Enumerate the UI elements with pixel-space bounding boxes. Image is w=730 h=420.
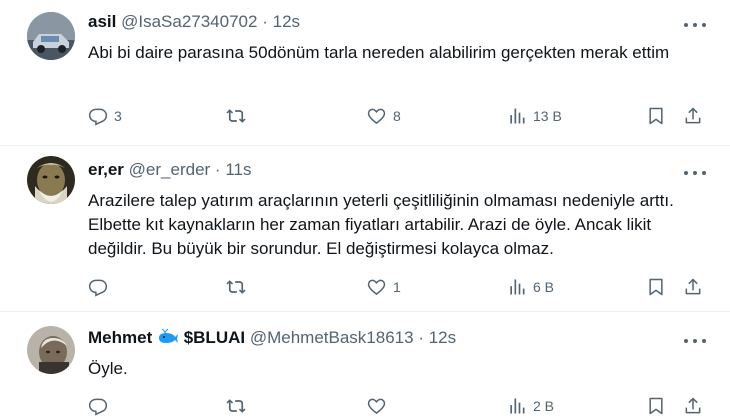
retweet-icon (226, 399, 246, 413)
user-handle[interactable]: @IsaSa27340702 (121, 12, 257, 31)
retweet-button[interactable] (225, 106, 253, 126)
tweet-header: asil @IsaSa27340702 · 12s (88, 12, 300, 32)
tweet-3[interactable]: Mehmet $BLUAI @MehmetBask18613 · 12s Öyl… (0, 312, 730, 420)
user-handle[interactable]: @MehmetBask18613 (250, 328, 414, 347)
separator-dot: · (418, 328, 424, 347)
views-icon (510, 279, 525, 295)
avatar[interactable] (27, 326, 75, 374)
share-button[interactable] (683, 396, 703, 416)
views-button[interactable]: 2 B (507, 396, 554, 416)
views-icon (510, 398, 525, 414)
user-handle[interactable]: @er_erder (129, 160, 211, 179)
separator-dot: · (214, 160, 221, 179)
views-count: 13 B (533, 108, 562, 124)
tweet-text: Öyle. (88, 359, 128, 378)
tweet-2[interactable]: er,er @er_erder · 11s Arazilere talep ya… (0, 146, 730, 310)
tweet-text: Abi bi daire parasına 50dönüm tarla nere… (88, 43, 670, 62)
tweet-1[interactable]: asil @IsaSa27340702 · 12s Abi bi daire p… (0, 0, 730, 145)
display-name[interactable]: asil (88, 12, 116, 31)
tweet-header: Mehmet $BLUAI @MehmetBask18613 · 12s (88, 328, 456, 348)
share-button[interactable] (683, 106, 703, 126)
share-icon (685, 278, 701, 295)
timestamp[interactable]: 11s (225, 160, 251, 179)
retweet-button[interactable] (225, 396, 253, 416)
display-name[interactable]: Mehmet (88, 328, 152, 347)
share-icon (685, 397, 701, 414)
like-icon (367, 279, 386, 296)
retweet-button[interactable] (225, 277, 253, 297)
like-icon (367, 108, 386, 125)
bookmark-icon (649, 397, 663, 415)
separator-dot: · (262, 12, 268, 31)
bookmark-button[interactable] (646, 106, 666, 126)
like-button[interactable] (366, 396, 393, 416)
more-icon[interactable] (684, 18, 706, 32)
views-count: 2 B (533, 398, 555, 414)
display-name[interactable]: er,er (88, 160, 124, 179)
like-count: 1 (393, 279, 401, 295)
bookmark-button[interactable] (646, 277, 666, 297)
timestamp[interactable]: 12s (273, 12, 300, 31)
reply-icon (88, 279, 108, 297)
share-icon (685, 107, 701, 124)
reply-icon (88, 398, 108, 416)
reply-button[interactable] (88, 277, 114, 297)
like-count: 8 (393, 108, 401, 124)
timestamp[interactable]: 12s (429, 328, 456, 347)
whale-emoji (158, 328, 178, 343)
more-icon[interactable] (684, 166, 706, 180)
views-count: 6 B (533, 279, 555, 295)
share-button[interactable] (683, 277, 703, 297)
avatar[interactable] (27, 156, 75, 204)
like-button[interactable]: 1 (366, 277, 401, 297)
views-button[interactable]: 6 B (507, 277, 554, 297)
reply-count: 3 (114, 108, 122, 124)
tweet-header: er,er @er_erder · 11s (88, 160, 251, 180)
display-name-suffix[interactable]: $BLUAI (184, 328, 245, 347)
bookmark-icon (649, 107, 663, 125)
retweet-icon (226, 280, 246, 294)
tweet-text: Arazilere talep yatırım araçlarının yete… (88, 191, 674, 258)
avatar[interactable] (27, 12, 75, 60)
reply-button[interactable]: 3 (88, 106, 122, 126)
like-button[interactable]: 8 (366, 106, 401, 126)
reply-icon (88, 108, 108, 126)
views-icon (510, 108, 525, 124)
retweet-icon (226, 109, 246, 123)
like-icon (367, 398, 386, 415)
more-icon[interactable] (684, 334, 706, 348)
bookmark-button[interactable] (646, 396, 666, 416)
bookmark-icon (649, 278, 663, 296)
reply-button[interactable] (88, 396, 114, 416)
views-button[interactable]: 13 B (507, 106, 562, 126)
